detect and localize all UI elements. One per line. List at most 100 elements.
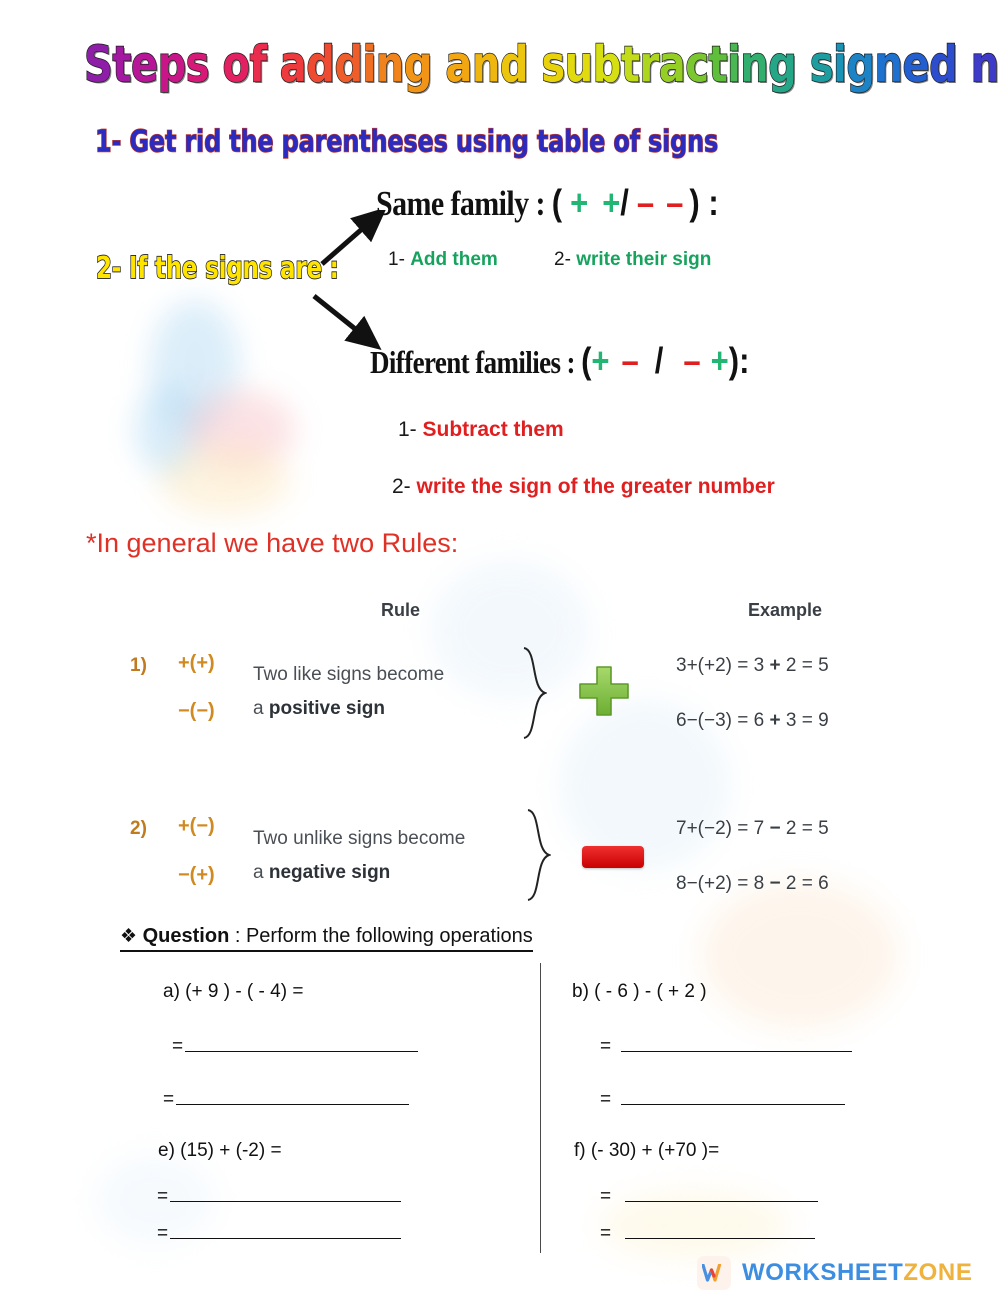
different-families-substep-1-number: 1- — [398, 418, 423, 441]
general-rules-note: *In general we have two Rules: — [86, 528, 459, 558]
different-families-close-paren: ): — [728, 340, 750, 382]
step-2-heading: 2- If the signs are : — [95, 251, 339, 286]
same-family-close-paren: ) : — [689, 182, 719, 224]
rule-2-example-1-left: 7+(−2) = 7 — [676, 818, 770, 839]
rule-1-example-2-op: + — [769, 710, 781, 731]
same-family-substep-2-number: 2- — [554, 249, 577, 270]
rule-1-sign-top: +(+) — [178, 652, 215, 674]
different-families-line: Different families : (+ – / – +): — [370, 340, 749, 382]
rule-1-example-2-left: 6−(−3) = 6 — [676, 710, 770, 731]
column-header-example: Example — [748, 600, 823, 620]
problem-e-answer-row-1: = — [157, 1185, 402, 1208]
rule-1-example-1-op: + — [769, 655, 781, 676]
different-families-sign-minus-2: – — [683, 340, 701, 382]
problem-a-answer-2-blank[interactable] — [176, 1088, 410, 1105]
rule-2-sign-top: +(−) — [178, 815, 215, 837]
problem-e-answer-2-blank[interactable] — [170, 1222, 402, 1239]
rule-1-number: 1) — [130, 655, 147, 676]
column-header-rule: Rule — [381, 600, 421, 620]
w-letter-icon — [702, 1264, 722, 1282]
page-title: Steps of adding and subtracting signed n… — [83, 36, 1000, 94]
rule-2-text-line-2-plain: a — [253, 862, 269, 883]
rule-2-example-2-op: − — [769, 873, 781, 894]
step-1-heading: 1- Get rid the parentheses using table o… — [94, 123, 719, 159]
same-family-colon: : — [528, 184, 552, 224]
different-families-substep-1: 1- Subtract them — [398, 418, 564, 442]
background-watermark-blob — [700, 880, 900, 1030]
same-family-slash: / — [620, 182, 629, 224]
diamond-bullet-icon: ❖ — [120, 926, 138, 947]
rule-2-sign-bottom: −(+) — [178, 864, 215, 886]
problem-e-answer-1-equals: = — [157, 1186, 169, 1207]
rule-1-example-1: 3+(+2) = 3 + 2 = 5 — [676, 655, 829, 677]
different-families-slash: / — [654, 340, 664, 382]
question-heading: ❖ Question : Perform the following opera… — [120, 925, 533, 952]
minus-icon — [582, 846, 644, 868]
problem-f-answer-2-blank[interactable] — [625, 1222, 816, 1239]
logo-text: WORKSHEETZONE — [742, 1259, 972, 1287]
different-families-sign-plus-2: + — [710, 340, 729, 382]
problem-b-answer-1-blank[interactable] — [621, 1035, 853, 1052]
different-families-colon: : — [560, 344, 582, 381]
problem-f-answer-1-equals: = — [600, 1186, 612, 1207]
rule-1-text-line-2-plain: a — [253, 698, 269, 719]
same-family-substep-2-text: write their sign — [576, 249, 712, 270]
problem-a: a) (+ 9 ) - ( - 4) = — [163, 981, 304, 1002]
problem-a-answer-1-blank[interactable] — [185, 1035, 419, 1052]
problem-f: f) (- 30) + (+70 )= — [574, 1140, 720, 1161]
background-watermark-blob — [135, 385, 205, 475]
rule-1-example-2-right: 3 = 9 — [780, 710, 829, 731]
same-family-substep-2: 2- write their sign — [554, 249, 711, 271]
rule-1-text-line-2-bold: positive sign — [268, 698, 385, 719]
rule-1-example-1-left: 3+(+2) = 3 — [676, 655, 770, 676]
rule-1-sign-bottom: −(−) — [178, 700, 215, 722]
different-families-substep-2: 2- write the sign of the greater number — [392, 475, 775, 499]
worksheet-page: Steps of adding and subtracting signed n… — [0, 0, 1000, 1291]
rule-1-example-2: 6−(−3) = 6 + 3 = 9 — [676, 710, 829, 732]
problem-f-answer-2-equals: = — [600, 1223, 612, 1244]
problem-b-answer-row-1: = — [600, 1035, 853, 1058]
problem-b-answer-2-blank[interactable] — [621, 1088, 846, 1105]
problem-b: b) ( - 6 ) - ( + 2 ) — [572, 981, 707, 1002]
different-families-label: Different families — [370, 344, 561, 381]
problem-f-answer-1-blank[interactable] — [625, 1185, 819, 1202]
rule-2-text-line-1: Two unlike signs become — [253, 828, 466, 849]
same-family-substep-1: 1- Add them — [388, 249, 498, 271]
background-watermark-blob — [185, 390, 295, 470]
different-families-substep-1-text: Subtract them — [422, 418, 564, 441]
same-family-substep-1-text: Add them — [410, 249, 498, 270]
problem-e-answer-2-equals: = — [157, 1223, 169, 1244]
same-family-substep-1-number: 1- — [388, 249, 411, 270]
question-label: Question — [142, 925, 230, 947]
worksheetzone-logo[interactable]: WORKSHEETZONE — [697, 1256, 972, 1290]
rule-2-example-2-left: 8−(+2) = 8 — [676, 873, 770, 894]
rule-1-text-line-2: a positive sign — [253, 698, 385, 720]
same-family-sign-minus-1: – — [636, 182, 655, 224]
problem-e: e) (15) + (-2) = — [158, 1140, 282, 1161]
different-families-substep-2-text: write the sign of the greater number — [416, 475, 775, 498]
rule-1-brace — [523, 647, 547, 739]
background-watermark-blob — [430, 560, 590, 700]
same-family-sign-plus-1: + — [570, 182, 589, 224]
rule-2-brace — [527, 809, 551, 901]
background-watermark-blob — [150, 300, 240, 430]
problem-b-answer-2-equals: = — [600, 1089, 612, 1110]
different-families-sign-plus-1: + — [591, 340, 610, 382]
rule-2-text-line-2: a negative sign — [253, 862, 390, 884]
rule-2-example-1: 7+(−2) = 7 − 2 = 5 — [676, 818, 829, 840]
same-family-open-paren: ( — [551, 182, 563, 224]
problem-b-answer-row-2: = — [600, 1088, 846, 1111]
same-family-line: Same family : (+ +/– –) : — [376, 182, 719, 224]
rule-2-example-1-right: 2 = 5 — [780, 818, 829, 839]
problem-a-answer-row-2: = — [163, 1088, 410, 1111]
problem-f-answer-row-1: = — [600, 1185, 819, 1208]
rule-2-text-line-2-bold: negative sign — [268, 862, 391, 883]
logo-text-zone: ZONE — [903, 1259, 973, 1286]
problem-a-answer-row-1: = — [172, 1035, 419, 1058]
same-family-sign-plus-2: + — [602, 182, 621, 224]
same-family-sign-minus-2: – — [666, 182, 684, 224]
rule-1-text-line-1: Two like signs become — [253, 664, 445, 685]
plus-icon — [579, 666, 629, 716]
problem-e-answer-1-blank[interactable] — [170, 1185, 402, 1202]
same-family-label: Same family — [376, 184, 529, 224]
